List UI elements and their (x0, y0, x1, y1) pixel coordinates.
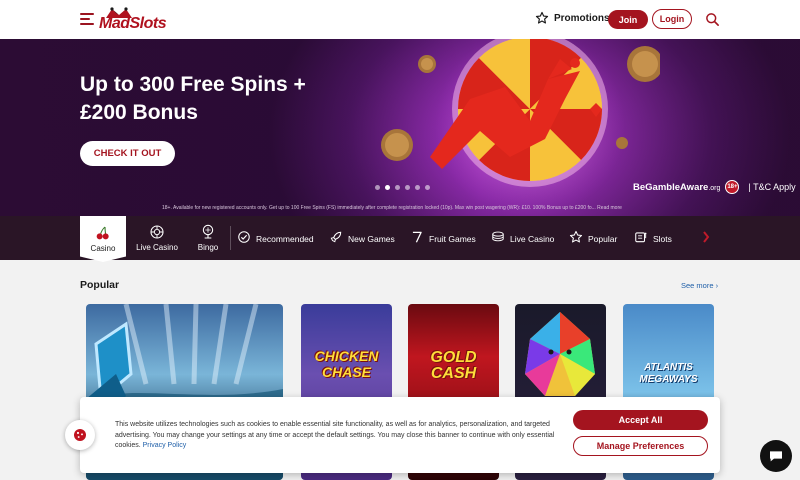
chip-recommended[interactable]: Recommended (237, 230, 314, 247)
tab-live-casino[interactable]: Live Casino (132, 216, 182, 260)
game-title: ATLANTIS MEGAWAYS (639, 362, 698, 385)
chip-label: Fruit Games (429, 233, 476, 244)
carousel-dot[interactable] (425, 185, 430, 190)
cookie-settings-icon[interactable] (65, 420, 95, 450)
logo-text: MadSlots (99, 15, 167, 32)
chevron-right-icon: › (715, 281, 719, 290)
accept-all-button[interactable]: Accept All (573, 410, 708, 430)
slot-machine-icon (634, 230, 648, 247)
hero-title-line2: £200 Bonus (80, 101, 198, 124)
join-button[interactable]: Join (608, 10, 648, 29)
carousel-dot-active[interactable] (385, 185, 390, 190)
chip-label: New Games (348, 233, 395, 244)
tab-label: Casino (90, 244, 116, 253)
chip-label: Recommended (256, 233, 314, 244)
category-divider (230, 226, 231, 250)
tc-apply-link[interactable]: | T&C Apply (748, 182, 795, 192)
category-bar: Casino Live Casino Bingo Recommended New… (0, 216, 800, 262)
scroll-fade (680, 216, 720, 260)
site-header: MadSlots Promotions Join Login (0, 0, 800, 39)
chips-icon (491, 230, 505, 247)
age-badge: 18+ (725, 180, 740, 194)
bonus-disclaimer[interactable]: 18+. Available for new registered accoun… (162, 205, 642, 211)
seven-icon (410, 230, 424, 247)
menu-icon[interactable] (80, 13, 94, 25)
carousel-dot[interactable] (405, 185, 410, 190)
chip-slots[interactable]: Slots (634, 230, 672, 247)
login-button[interactable]: Login (652, 9, 692, 29)
chip-label: Popular (588, 233, 618, 244)
roulette-icon (149, 224, 165, 240)
chip-new-games[interactable]: New Games (329, 230, 395, 247)
manage-preferences-button[interactable]: Manage Preferences (573, 436, 708, 456)
promotions-link[interactable]: Promotions (535, 11, 610, 25)
carousel-dots (375, 185, 430, 190)
responsible-gambling: BeGambleAware.org 18+ | T&C Apply (633, 180, 796, 194)
chevron-right-icon[interactable] (702, 231, 710, 246)
hero-banner[interactable]: Up to 300 Free Spins + £200 Bonus CHECK … (0, 39, 800, 216)
chip-popular[interactable]: Popular (569, 230, 617, 247)
tab-bingo[interactable]: Bingo (190, 216, 226, 260)
chip-label: Slots (653, 233, 672, 244)
logo[interactable]: MadSlots (99, 7, 179, 33)
see-more-link[interactable]: See more › (681, 281, 718, 290)
chip-fruit-games[interactable]: Fruit Games (410, 230, 476, 247)
tab-casino[interactable]: Casino (80, 216, 126, 262)
begambleaware-logo[interactable]: BeGambleAware.org (633, 182, 720, 193)
cookie-text: This website utilizes technologies such … (115, 421, 555, 449)
cherries-icon (95, 225, 111, 241)
check-circle-icon (237, 230, 251, 247)
search-icon[interactable] (705, 12, 720, 27)
rocket-icon (329, 230, 343, 247)
promotions-label: Promotions (554, 12, 610, 24)
chip-live-casino[interactable]: Live Casino (491, 230, 554, 247)
section-title-popular: Popular (80, 279, 120, 291)
chip-label: Live Casino (510, 233, 555, 244)
hero-title: Up to 300 Free Spins + £200 Bonus (80, 71, 340, 127)
carousel-dot[interactable] (375, 185, 380, 190)
hero-title-line1: Up to 300 Free Spins + (80, 73, 306, 96)
carousel-dot[interactable] (415, 185, 420, 190)
privacy-policy-link[interactable]: Privacy Policy (143, 442, 187, 449)
star-icon (535, 11, 549, 24)
check-it-out-button[interactable]: CHECK IT OUT (80, 141, 175, 166)
game-title: CHICKEN CHASE (314, 348, 379, 380)
cookie-banner: This website utilizes technologies such … (80, 397, 720, 473)
tab-label: Live Casino (136, 243, 178, 252)
game-title: GOLD CASH (430, 349, 477, 382)
bingo-icon (200, 224, 216, 240)
star-icon (569, 230, 583, 247)
page: MadSlots Promotions Join Login Up to 300… (0, 0, 800, 480)
tab-label: Bingo (197, 243, 219, 252)
carousel-dot[interactable] (395, 185, 400, 190)
chat-icon[interactable] (760, 440, 792, 472)
